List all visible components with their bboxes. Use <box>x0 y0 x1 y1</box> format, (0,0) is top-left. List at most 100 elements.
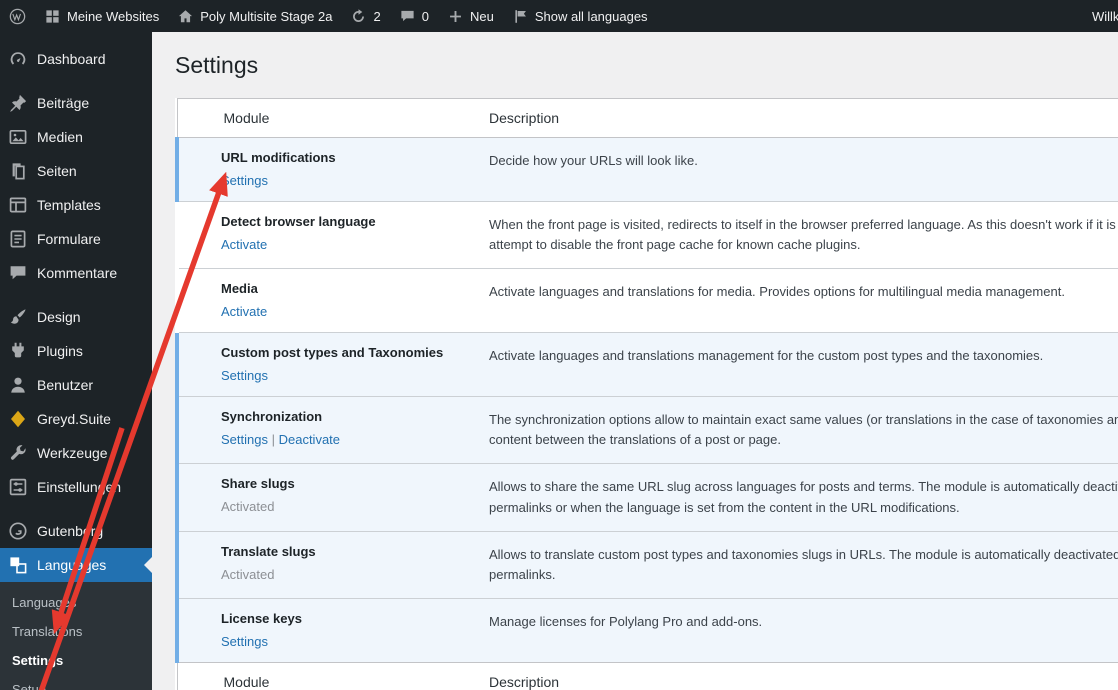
column-header-description: Description <box>479 98 1118 138</box>
greyd-icon <box>8 409 28 429</box>
admin-bar: Meine Websites Poly Multisite Stage 2a 2… <box>0 0 1118 32</box>
plugins-icon <box>8 341 28 361</box>
sidebar-item-label: Languages <box>37 557 107 573</box>
column-footer-module: Module <box>177 662 479 690</box>
submenu-item-settings[interactable]: Settings <box>0 646 152 675</box>
languages-flag-icon <box>512 8 529 25</box>
submenu-item-languages[interactable]: Languages <box>0 588 152 617</box>
gutenberg-icon <box>8 521 28 541</box>
sidebar-item-design[interactable]: Design <box>0 300 152 334</box>
sidebar-item-label: Einstellungen <box>37 479 122 495</box>
module-description: Activate languages and translations for … <box>489 284 1065 300</box>
column-footer-description: Description <box>479 662 1118 690</box>
page-title: Settings <box>175 52 259 78</box>
sidebar-item-label: Plugins <box>37 343 83 359</box>
sidebar-item-einstellungen[interactable]: Einstellungen <box>0 470 152 504</box>
sidebar-item-label: Seiten <box>37 163 77 179</box>
updates-button[interactable]: 2 <box>341 0 389 32</box>
pages-icon <box>8 161 28 181</box>
module-description: Activate languages and translations mana… <box>489 348 1044 364</box>
module-actions: Activated <box>221 499 469 514</box>
howdy-label: Willkommen <box>1092 8 1118 24</box>
pin-icon <box>8 93 28 113</box>
templates-icon <box>8 195 28 215</box>
sidebar-item-label: Greyd.Suite <box>37 411 111 427</box>
module-row-detect-browser-language: Detect browser language Activate When the … <box>177 200 1118 269</box>
account-menu[interactable]: Willkommen <box>1083 0 1118 32</box>
new-content-label: Neu <box>469 8 494 24</box>
module-description: The synchronization options allow to mai… <box>489 412 1118 448</box>
tools-icon <box>8 443 28 463</box>
sidebar-item-label: Dashboard <box>37 51 106 67</box>
module-description: When the front page is visited, redirect… <box>489 216 1118 253</box>
module-action-deactivate[interactable]: Deactivate <box>279 432 340 447</box>
users-icon <box>8 375 28 395</box>
module-row-media: Media Activate Activate languages and tran… <box>177 268 1118 333</box>
comment-icon <box>399 8 416 25</box>
module-description: Manage licenses for Polylang Pro and add… <box>489 614 763 630</box>
media-icon <box>8 127 28 147</box>
sidebar-item-label: Gutenberg <box>37 523 104 539</box>
site-name-button[interactable]: Poly Multisite Stage 2a <box>168 0 341 32</box>
module-row-translate-slugs: Translate slugs Activated Allows to transl… <box>175 530 1118 599</box>
sidebar-item-werkzeuge[interactable]: Werkzeuge <box>0 436 152 470</box>
home-icon <box>177 8 194 25</box>
languages-icon <box>8 555 28 575</box>
module-row-share-slugs: Share slugs Activated Allows to share the … <box>175 463 1118 532</box>
sidebar-item-seiten[interactable]: Seiten <box>0 154 152 188</box>
module-row-custom-post-types-and-taxonomies: Custom post types and Taxonomies Settings… <box>175 332 1118 397</box>
sidebar-item-label: Benutzer <box>37 377 94 393</box>
comments-button[interactable]: 0 <box>390 0 438 32</box>
comments-icon <box>8 263 28 283</box>
sidebar-item-beitr-ge[interactable]: Beiträge <box>0 86 152 120</box>
appearance-icon <box>8 307 28 327</box>
module-row-url-modifications: URL modifications Settings Decide how your… <box>175 137 1118 202</box>
sidebar-item-medien[interactable]: Medien <box>0 120 152 154</box>
module-name: Synchronization <box>221 409 323 425</box>
module-name: Translate slugs <box>221 543 316 559</box>
languages-submenu: Languages Translations Settings Setup <box>0 582 152 690</box>
sidebar-item-label: Formulare <box>37 231 101 247</box>
show-all-languages-button[interactable]: Show all languages <box>503 0 657 32</box>
sidebar-item-benutzer[interactable]: Benutzer <box>0 368 152 402</box>
modules-table-head: Module Description <box>177 98 1118 138</box>
sidebar-item-languages[interactable]: Languages <box>0 548 152 582</box>
form-icon <box>8 229 28 249</box>
sidebar-item-kommentare[interactable]: Kommentare <box>0 256 152 290</box>
module-action-activate[interactable]: Activate <box>221 237 267 252</box>
module-action-activated: Activated <box>221 566 275 582</box>
module-action-settings[interactable]: Settings <box>221 634 268 649</box>
modules-table-foot: Module Description <box>177 662 1118 690</box>
content-area: Settings Module Description URL modifica… <box>152 32 1118 690</box>
submenu-item-setup[interactable]: Setup <box>0 675 152 690</box>
wordpress-logo-icon <box>9 8 26 25</box>
module-name: URL modifications <box>221 149 336 165</box>
sidebar-item-greyd-suite[interactable]: Greyd.Suite <box>0 402 152 436</box>
module-description: Allows to share the same URL slug across… <box>489 479 1118 515</box>
sidebar-item-label: Werkzeuge <box>37 445 108 461</box>
modules-table: Module Description URL modifications Sett… <box>175 97 1118 690</box>
module-action-settings[interactable]: Settings <box>221 173 268 188</box>
module-name: Detect browser language <box>221 213 376 229</box>
dashboard-icon <box>8 49 28 69</box>
new-content-button[interactable]: Neu <box>438 0 503 32</box>
comment-count: 0 <box>421 8 429 24</box>
column-header-module: Module <box>177 98 479 138</box>
sidebar-item-gutenberg[interactable]: Gutenberg <box>0 514 152 548</box>
sidebar-item-dashboard[interactable]: Dashboard <box>0 42 152 76</box>
sidebar-item-formulare[interactable]: Formulare <box>0 222 152 256</box>
module-actions: Activate <box>221 304 469 319</box>
sidebar-item-plugins[interactable]: Plugins <box>0 334 152 368</box>
sidebar-item-label: Beiträge <box>37 95 90 111</box>
submenu-item-translations[interactable]: Translations <box>0 617 152 646</box>
my-sites-button[interactable]: Meine Websites <box>35 0 168 32</box>
update-icon <box>350 8 367 25</box>
module-action-settings[interactable]: Settings <box>221 432 268 447</box>
sidebar-item-label: Kommentare <box>37 265 118 281</box>
site-name-label: Poly Multisite Stage 2a <box>200 8 333 24</box>
wp-logo-button[interactable] <box>0 0 35 32</box>
module-action-settings[interactable]: Settings <box>221 368 268 383</box>
sidebar-item-templates[interactable]: Templates <box>0 188 152 222</box>
admin-bar-right: Willkommen <box>1083 0 1118 32</box>
module-action-activate[interactable]: Activate <box>221 304 267 319</box>
